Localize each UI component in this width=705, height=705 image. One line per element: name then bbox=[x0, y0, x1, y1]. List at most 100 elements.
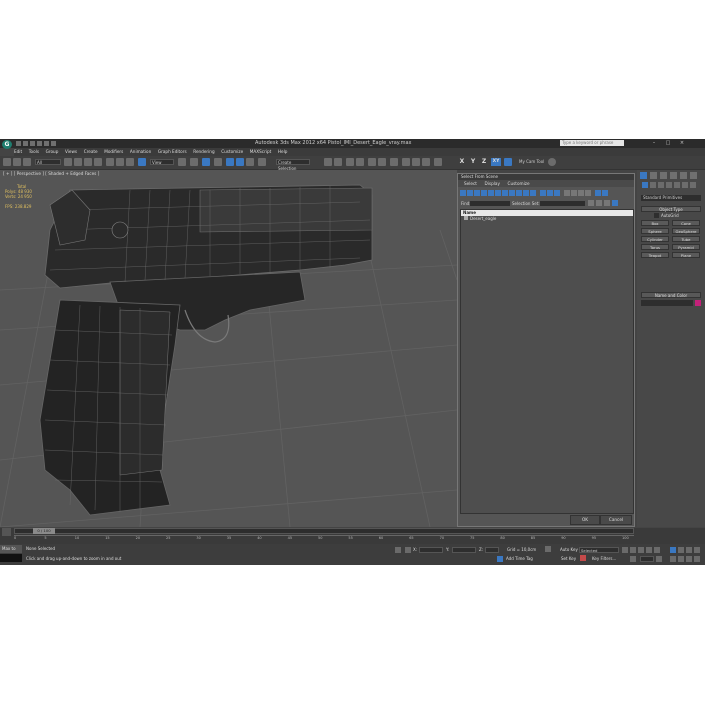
menu-item-graph-editors[interactable]: Graph Editors bbox=[158, 148, 187, 156]
select-none-icon[interactable] bbox=[571, 190, 577, 196]
menu-item-create[interactable]: Create bbox=[84, 148, 98, 156]
zoom-icon[interactable] bbox=[670, 547, 676, 553]
y-coord-field[interactable] bbox=[452, 547, 476, 553]
link-icon[interactable] bbox=[3, 158, 11, 166]
cam-tool-icon[interactable] bbox=[548, 158, 556, 166]
named-selection-dropdown[interactable]: Create Selection bbox=[276, 159, 310, 171]
next-frame-icon[interactable] bbox=[646, 547, 652, 553]
time-slider-thumb[interactable]: 0 / 100 bbox=[33, 528, 55, 534]
tube-button[interactable]: Tube bbox=[672, 236, 700, 242]
menu-item-animation[interactable]: Animation bbox=[130, 148, 151, 156]
autogrid-checkbox[interactable] bbox=[654, 213, 659, 218]
time-config-lock-icon[interactable] bbox=[545, 546, 551, 552]
dialog-menu-display[interactable]: Display bbox=[485, 180, 500, 187]
axis-constraint-icon[interactable] bbox=[504, 158, 512, 166]
menu-item-maxscript[interactable]: MAXScript bbox=[250, 148, 272, 156]
render-setup-icon[interactable] bbox=[402, 158, 410, 166]
teapot-button[interactable]: Teapot bbox=[641, 252, 669, 258]
menu-item-modifiers[interactable]: Modifiers bbox=[104, 148, 123, 156]
close-icon[interactable]: × bbox=[678, 140, 686, 146]
shapes-icon[interactable] bbox=[650, 182, 656, 188]
redo-icon[interactable] bbox=[44, 141, 49, 146]
mirror-icon[interactable] bbox=[324, 158, 332, 166]
save-file-icon[interactable] bbox=[30, 141, 35, 146]
display-groups-icon[interactable] bbox=[502, 190, 508, 196]
rotate-icon[interactable] bbox=[116, 158, 124, 166]
display-helpers-icon[interactable] bbox=[488, 190, 494, 196]
display-tab-icon[interactable] bbox=[680, 172, 687, 179]
find-input[interactable] bbox=[470, 201, 510, 206]
spinner-snap-icon[interactable] bbox=[246, 158, 254, 166]
space-warps-icon[interactable] bbox=[682, 182, 688, 188]
dialog-menu-select[interactable]: Select bbox=[464, 180, 477, 187]
cone-button[interactable]: Cone bbox=[672, 220, 700, 226]
bind-space-warp-icon[interactable] bbox=[23, 158, 31, 166]
display-frozen-icon[interactable] bbox=[530, 190, 536, 196]
axis-y-button[interactable]: Y bbox=[469, 158, 477, 166]
window-crossing-icon[interactable] bbox=[94, 158, 102, 166]
utilities-tab-icon[interactable] bbox=[690, 172, 697, 179]
display-bones-icon[interactable] bbox=[516, 190, 522, 196]
filter-icon[interactable] bbox=[595, 190, 601, 196]
cameras-icon[interactable] bbox=[666, 182, 672, 188]
display-containers-icon[interactable] bbox=[523, 190, 529, 196]
go-to-end-icon[interactable] bbox=[654, 547, 660, 553]
dialog-menu-customize[interactable]: Customize bbox=[508, 180, 530, 187]
motion-tab-icon[interactable] bbox=[670, 172, 677, 179]
open-file-icon[interactable] bbox=[23, 141, 28, 146]
name-and-color-rollout[interactable]: Name and Color bbox=[641, 292, 701, 298]
project-folder-icon[interactable] bbox=[51, 141, 56, 146]
menu-item-help[interactable]: Help bbox=[278, 148, 288, 156]
undo-icon[interactable] bbox=[37, 141, 42, 146]
selection-filter-dropdown[interactable]: All bbox=[35, 159, 61, 165]
sphere-button[interactable]: Sphere bbox=[641, 228, 669, 234]
add-time-tag-icon[interactable] bbox=[497, 556, 503, 562]
angle-snap-icon[interactable] bbox=[226, 158, 234, 166]
unlink-icon[interactable] bbox=[13, 158, 21, 166]
axis-xy-button[interactable]: XY bbox=[491, 158, 501, 166]
menu-item-views[interactable]: Views bbox=[65, 148, 77, 156]
time-configuration-icon[interactable] bbox=[656, 556, 662, 562]
minimize-icon[interactable]: – bbox=[650, 140, 658, 146]
menu-item-customize[interactable]: Customize bbox=[221, 148, 243, 156]
cylinder-button[interactable]: Cylinder bbox=[641, 236, 669, 242]
pivot-center-icon[interactable] bbox=[178, 158, 186, 166]
hierarchy-icon[interactable] bbox=[602, 190, 608, 196]
perspective-viewport[interactable]: [ + ] [ Perspective ] [ Shaded + Edged F… bbox=[0, 170, 457, 527]
key-filters-button[interactable]: Key Filters... bbox=[592, 556, 616, 561]
move-icon[interactable] bbox=[106, 158, 114, 166]
absolute-mode-icon[interactable] bbox=[405, 547, 411, 553]
current-frame-field[interactable] bbox=[640, 556, 654, 562]
axis-z-button[interactable]: Z bbox=[480, 158, 488, 166]
helpers-icon[interactable] bbox=[674, 182, 680, 188]
primitive-type-dropdown[interactable]: Standard Primitives bbox=[641, 195, 701, 201]
hierarchy-tab-icon[interactable] bbox=[660, 172, 667, 179]
select-by-name-icon[interactable] bbox=[74, 158, 82, 166]
ok-button[interactable]: OK bbox=[570, 515, 600, 525]
geometry-icon[interactable] bbox=[642, 182, 648, 188]
previous-frame-icon[interactable] bbox=[630, 547, 636, 553]
geosphere-button[interactable]: GeoSphere bbox=[672, 228, 700, 234]
auto-key-button[interactable]: Auto Key bbox=[560, 547, 578, 552]
object-name-input[interactable] bbox=[641, 300, 693, 306]
reference-coordinate-dropdown[interactable]: View bbox=[150, 159, 174, 165]
lock-selection-icon[interactable] bbox=[395, 547, 401, 553]
axis-x-button[interactable]: X bbox=[458, 158, 466, 166]
edit-named-selection-icon[interactable] bbox=[258, 158, 266, 166]
align-icon[interactable] bbox=[334, 158, 342, 166]
pan-view-icon[interactable] bbox=[678, 556, 684, 562]
rectangle-selection-icon[interactable] bbox=[84, 158, 92, 166]
render-production-icon[interactable] bbox=[422, 158, 430, 166]
display-space-warps-icon[interactable] bbox=[495, 190, 501, 196]
timeline-ruler[interactable]: 0 5 10 15 20 25 30 35 40 45 50 55 60 65 70 75 80 85 90 95 10… bbox=[14, 535, 634, 543]
plane-button[interactable]: Plane bbox=[672, 252, 700, 258]
maxscript-listener-label[interactable]: Max to bbox=[0, 545, 22, 553]
pyramid-button[interactable]: Pyramid bbox=[672, 244, 700, 250]
add-time-tag-label[interactable]: Add Time Tag bbox=[506, 556, 533, 561]
box-button[interactable]: Box bbox=[641, 220, 669, 226]
select-object-icon[interactable] bbox=[64, 158, 72, 166]
set-key-button[interactable]: Set Key bbox=[561, 556, 576, 561]
x-coord-field[interactable] bbox=[419, 547, 443, 553]
percent-snap-icon[interactable] bbox=[236, 158, 244, 166]
my-cam-tool-label[interactable]: My Cam Tool bbox=[518, 159, 546, 165]
